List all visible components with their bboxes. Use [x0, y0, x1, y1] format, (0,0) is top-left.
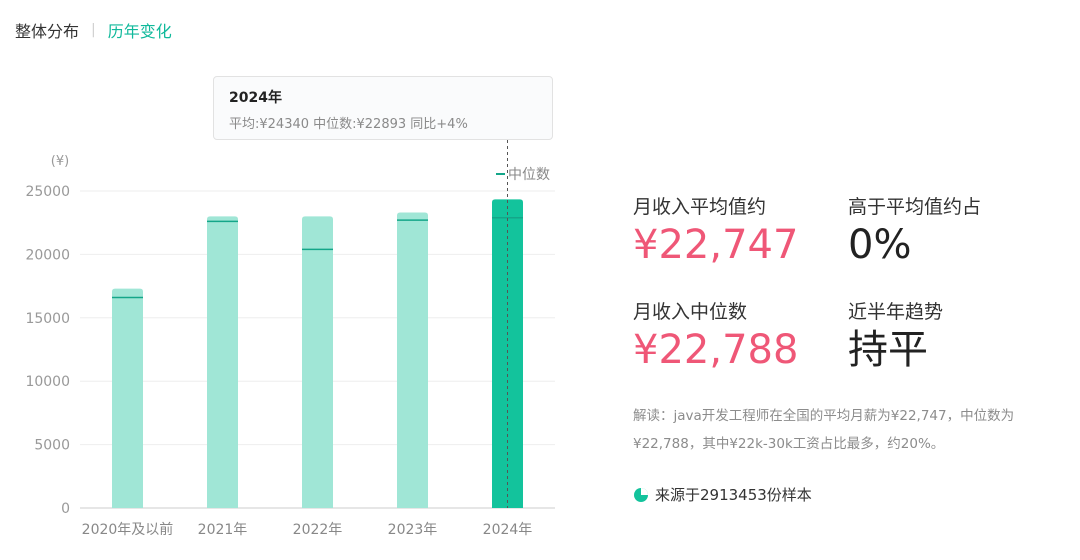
tab-yearly-change[interactable]: 历年变化: [108, 18, 172, 42]
bar: [397, 212, 428, 508]
above-avg-stat: 高于平均值约占 0%: [848, 192, 981, 269]
y-tick-label: 10000: [25, 374, 70, 390]
y-tick-label: 25000: [25, 184, 70, 200]
y-tick-label: 5000: [34, 438, 70, 454]
sample-source: 来源于2913453份样本: [633, 484, 812, 505]
x-tick-label: 2020年及以前: [82, 521, 174, 538]
bar: [207, 216, 238, 509]
median-stat: 月收入中位数 ¥22,788: [633, 297, 798, 374]
tab-separator: |: [91, 22, 96, 38]
legend-label: 中位数: [508, 167, 550, 183]
chart-tooltip: 2024年 平均:¥24340 中位数:¥22893 同比+4%: [213, 76, 553, 140]
tooltip-body: 平均:¥24340 中位数:¥22893 同比+4%: [229, 117, 468, 132]
x-tick-label: 2024年: [483, 522, 533, 538]
trend-value: 持平: [848, 327, 928, 373]
x-tick-label: 2023年: [388, 522, 438, 538]
median-value: ¥22,788: [633, 327, 799, 373]
bar: [302, 216, 333, 509]
avg-label: 月收入平均值约: [633, 196, 767, 218]
y-unit-label: (¥): [51, 154, 69, 169]
salary-description: 解读：java开发工程师在全国的平均月薪为¥22,747，中位数为¥22,788…: [633, 408, 1015, 452]
tab-overall-distribution[interactable]: 整体分布: [15, 18, 79, 42]
avg-stat: 月收入平均值约 ¥22,747: [633, 192, 798, 269]
bar: [112, 288, 143, 508]
median-label: 月收入中位数: [633, 301, 748, 323]
tooltip-title: 2024年: [229, 90, 282, 106]
above-avg-label: 高于平均值约占: [848, 196, 982, 218]
y-tick-label: 20000: [25, 247, 70, 263]
y-tick-label: 15000: [25, 311, 70, 327]
trend-stat: 近半年趋势 持平: [848, 297, 943, 374]
pie-chart-icon: [634, 487, 648, 502]
bar: [492, 199, 523, 508]
avg-value: ¥22,747: [633, 222, 799, 268]
x-tick-label: 2021年: [198, 522, 248, 538]
x-tick-label: 2022年: [293, 522, 343, 538]
tab-bar: 整体分布 | 历年变化: [15, 18, 172, 42]
above-avg-value: 0%: [848, 222, 912, 268]
y-tick-label: 0: [61, 501, 70, 517]
trend-label: 近半年趋势: [848, 301, 944, 323]
sample-source-text: 来源于2913453份样本: [655, 486, 812, 504]
